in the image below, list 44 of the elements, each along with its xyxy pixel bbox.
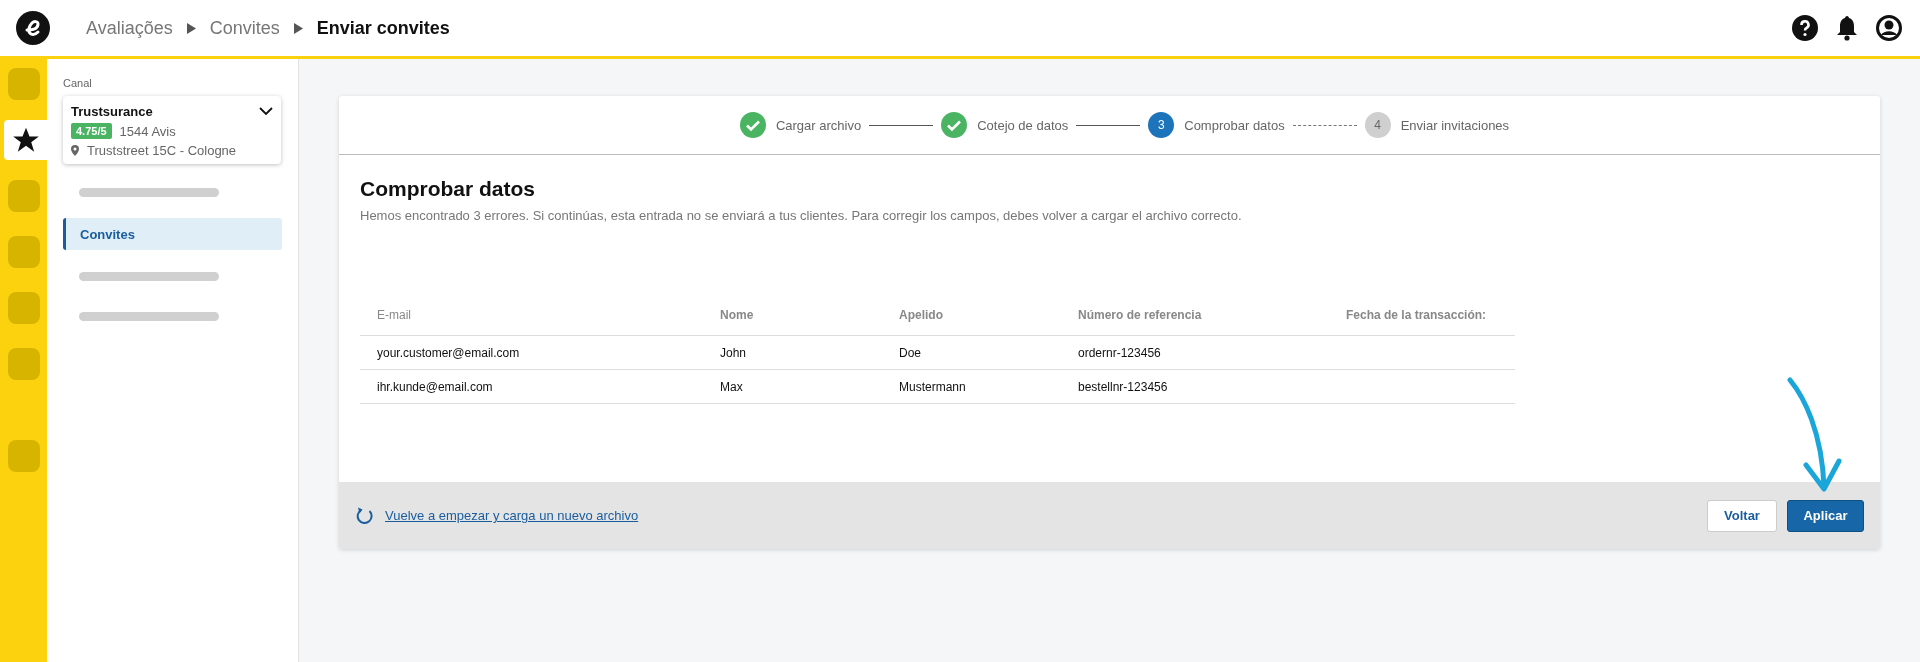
notification-bell-icon[interactable] (1836, 15, 1858, 41)
step-number: 3 (1148, 112, 1175, 138)
caret-icon (186, 22, 196, 34)
column-header: Fecha de la transacción: (1346, 307, 1515, 336)
breadcrumb-link[interactable]: Avaliações (86, 17, 173, 39)
table-cell: ordernr-123456 (1078, 345, 1161, 360)
step-number: 4 (1364, 112, 1391, 138)
help-icon[interactable] (1792, 15, 1818, 41)
error-message: Hemos encontrado 3 errores. Si continúas, esta entrada no se enviará a tus clientes. Para corregir los campos, debes volver a cargar el archivo correcto. (360, 208, 1243, 223)
channel-address: Truststreet 15C - Cologne (87, 143, 237, 158)
column-header: E-mail (360, 307, 720, 336)
refresh-icon[interactable] (355, 505, 375, 526)
rating-badge: 4.75/5 (71, 123, 112, 139)
table-cell: Mustermann (899, 379, 966, 394)
user-account-icon[interactable] (1876, 15, 1902, 41)
sidebar-item[interactable]: Convites (63, 218, 282, 250)
check-icon (739, 112, 766, 138)
page-title: Comprobar datos (360, 177, 536, 201)
caret-icon (293, 22, 303, 34)
column-header: Nome (720, 307, 899, 336)
back-button[interactable]: Voltar (1707, 499, 1777, 532)
logo-icon[interactable] (16, 11, 50, 45)
restart-link[interactable]: Vuelve a empezar y carga un nuevo archivo (385, 508, 639, 523)
review-count: 1544 Avis (119, 123, 176, 139)
step-label: Enviar invitaciones (1400, 117, 1510, 133)
location-pin-icon (71, 145, 79, 156)
column-header: Número de referencia (1078, 307, 1346, 336)
step-label: Cargar archivo (775, 117, 862, 133)
check-icon (941, 112, 968, 138)
table-cell: Max (720, 379, 743, 394)
chevron-down-icon[interactable] (259, 107, 273, 116)
table-cell: bestellnr-123456 (1078, 379, 1168, 394)
step-label: Cotejo de datos (977, 117, 1069, 133)
step-label: Comprobar datos (1184, 117, 1285, 133)
table-cell: Doe (899, 345, 921, 360)
apply-button[interactable]: Aplicar (1787, 499, 1864, 532)
table-cell: your.customer@email.com (377, 345, 520, 360)
channel-name: Trustsurance (71, 104, 153, 119)
breadcrumb-link[interactable]: Convites (209, 17, 280, 39)
table-cell: John (720, 345, 747, 360)
table-cell: ihr.kunde@email.com (377, 379, 493, 394)
channel-card[interactable]: Trustsurance 4.75/5 1544 Avis Truststreet 15C - Cologne (63, 96, 281, 164)
column-header: Apelido (899, 307, 1078, 336)
section-label: Canal (63, 77, 93, 89)
